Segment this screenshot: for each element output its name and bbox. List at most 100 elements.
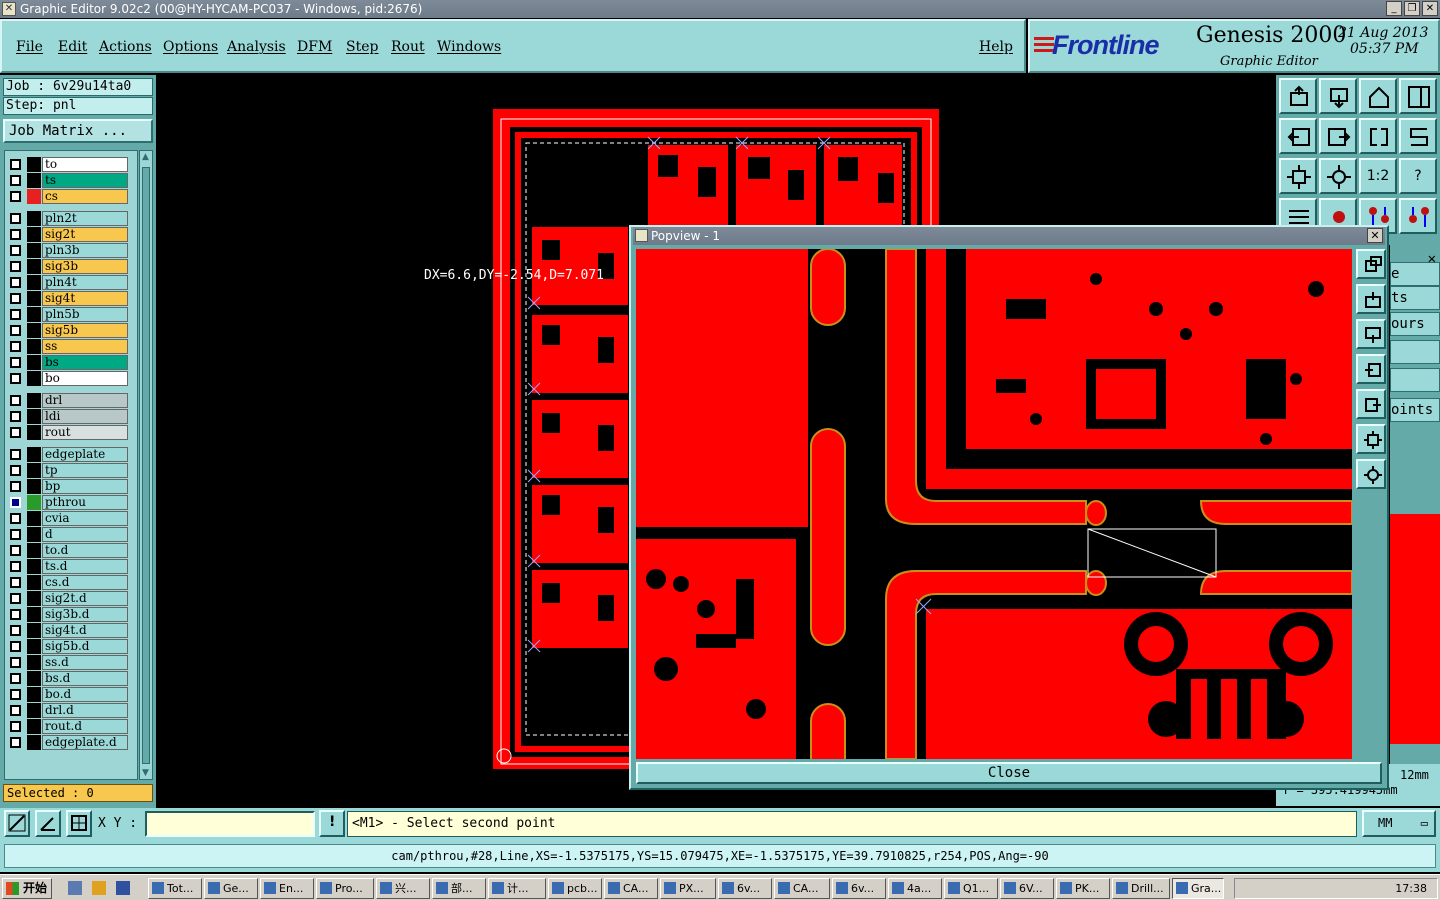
layer-color-swatch[interactable]	[27, 511, 41, 526]
pan-left-icon[interactable]	[1279, 118, 1317, 154]
layer-name[interactable]: pln5b	[42, 307, 128, 322]
popview-pan-right-icon[interactable]	[1356, 389, 1386, 419]
layer-checkbox[interactable]	[10, 373, 21, 384]
popview-close-button[interactable]: Close	[636, 762, 1382, 784]
layer-name[interactable]: cvia	[42, 511, 128, 526]
menu-step[interactable]: Step	[346, 39, 378, 55]
home-icon[interactable]	[1359, 78, 1397, 114]
layer-name[interactable]: ss.d	[42, 655, 128, 670]
layer-checkbox[interactable]	[10, 411, 21, 422]
layer-row-rout[interactable]: rout	[5, 425, 137, 440]
layer-row-pln2t[interactable]: pln2t	[5, 211, 137, 226]
menu-analysis[interactable]: Analysis	[227, 39, 286, 55]
taskbar-item[interactable]: 兴...	[376, 878, 430, 899]
layer-name[interactable]: pthrou	[42, 495, 128, 510]
right-label-5[interactable]	[1390, 368, 1440, 392]
layer-name[interactable]: bo.d	[42, 687, 128, 702]
taskbar-item[interactable]: 部...	[432, 878, 486, 899]
layer-checkbox[interactable]	[10, 641, 21, 652]
taskbar-item[interactable]: PK...	[1056, 878, 1110, 899]
restore-button[interactable]: ❐	[1404, 1, 1420, 16]
layer-checkbox[interactable]	[10, 465, 21, 476]
layer-name[interactable]: edgeplate	[42, 447, 128, 462]
layer-checkbox[interactable]	[10, 689, 21, 700]
help-icon[interactable]: ?	[1399, 158, 1437, 194]
layer-color-swatch[interactable]	[27, 393, 41, 408]
browser-icon[interactable]	[116, 881, 130, 895]
popview-fit-icon[interactable]	[1356, 424, 1386, 454]
layer-checkbox[interactable]	[10, 357, 21, 368]
split-icon[interactable]	[1399, 78, 1437, 114]
layer-name[interactable]: tp	[42, 463, 128, 478]
layer-name[interactable]: cs	[42, 189, 128, 204]
layer-row-edgeplate[interactable]: edgeplate	[5, 447, 137, 462]
layer-checkbox[interactable]	[10, 159, 21, 170]
layer-name[interactable]: sig3b	[42, 259, 128, 274]
layer-name[interactable]: bs	[42, 355, 128, 370]
layer-row-sig3b-d[interactable]: sig3b.d	[5, 607, 137, 622]
close-window-button[interactable]: ✕	[1422, 1, 1438, 16]
job-matrix-button[interactable]: Job Matrix ...	[3, 119, 153, 143]
layer-name[interactable]: rout	[42, 425, 128, 440]
layer-color-swatch[interactable]	[27, 227, 41, 242]
layer-row-rout-d[interactable]: rout.d	[5, 719, 137, 734]
menu-rout[interactable]: Rout	[391, 39, 425, 55]
pan-right-icon[interactable]	[1319, 118, 1357, 154]
layer-row-cs-d[interactable]: cs.d	[5, 575, 137, 590]
taskbar-item[interactable]: 6v...	[718, 878, 772, 899]
scroll-up-icon[interactable]: ▲	[142, 152, 149, 162]
layer-color-swatch[interactable]	[27, 527, 41, 542]
menu-dfm[interactable]: DFM	[297, 39, 332, 55]
layer-color-swatch[interactable]	[27, 639, 41, 654]
zoom-home-icon[interactable]	[1279, 78, 1317, 114]
layer-name[interactable]: bs.d	[42, 671, 128, 686]
layer-color-swatch[interactable]	[27, 703, 41, 718]
layer-row-ts-d[interactable]: ts.d	[5, 559, 137, 574]
layer-checkbox[interactable]	[10, 175, 21, 186]
minimize-button[interactable]: _	[1386, 1, 1402, 16]
layer-name[interactable]: cs.d	[42, 575, 128, 590]
layer-checkbox[interactable]	[10, 261, 21, 272]
taskbar-item[interactable]: Ge...	[204, 878, 258, 899]
layer-checkbox[interactable]	[10, 191, 21, 202]
layer-name[interactable]: sig4t.d	[42, 623, 128, 638]
layer-color-swatch[interactable]	[27, 371, 41, 386]
layer-name[interactable]: drl	[42, 393, 128, 408]
right-label-3[interactable]: ours	[1390, 312, 1440, 336]
taskbar-item[interactable]: En...	[260, 878, 314, 899]
layer-checkbox[interactable]	[10, 395, 21, 406]
layer-color-swatch[interactable]	[27, 559, 41, 574]
layer-name[interactable]: ss	[42, 339, 128, 354]
xy-input[interactable]	[145, 811, 315, 837]
layer-color-swatch[interactable]	[27, 425, 41, 440]
layer-name[interactable]: ldi	[42, 409, 128, 424]
popview-zoom-down-icon[interactable]	[1356, 319, 1386, 349]
layer-row-bo[interactable]: bo	[5, 371, 137, 386]
clock-icon[interactable]	[92, 881, 106, 895]
layer-row-cvia[interactable]: cvia	[5, 511, 137, 526]
layer-color-swatch[interactable]	[27, 307, 41, 322]
layer-name[interactable]: sig4t	[42, 291, 128, 306]
popview-close-icon[interactable]: ✕	[1367, 228, 1383, 243]
angle-tool-icon[interactable]	[35, 810, 61, 837]
layer-color-swatch[interactable]	[27, 463, 41, 478]
layer-color-swatch[interactable]	[27, 687, 41, 702]
right-label-4[interactable]	[1390, 340, 1440, 364]
layer-checkbox[interactable]	[10, 673, 21, 684]
layer-checkbox[interactable]	[10, 325, 21, 336]
layer-color-swatch[interactable]	[27, 479, 41, 494]
layer-scrollbar[interactable]: ▲ ▼	[139, 150, 153, 780]
layer-row-d[interactable]: d	[5, 527, 137, 542]
layer-row-pln5b[interactable]: pln5b	[5, 307, 137, 322]
menu-options[interactable]: Options	[163, 39, 218, 55]
layer-checkbox[interactable]	[10, 341, 21, 352]
layer-color-swatch[interactable]	[27, 339, 41, 354]
layer-color-swatch[interactable]	[27, 243, 41, 258]
menu-help[interactable]: Help	[979, 39, 1013, 55]
layer-checkbox[interactable]	[10, 529, 21, 540]
layer-checkbox[interactable]	[10, 481, 21, 492]
layer-color-swatch[interactable]	[27, 591, 41, 606]
layer-row-ss-d[interactable]: ss.d	[5, 655, 137, 670]
layer-checkbox[interactable]	[10, 309, 21, 320]
layer-name[interactable]: bo	[42, 371, 128, 386]
